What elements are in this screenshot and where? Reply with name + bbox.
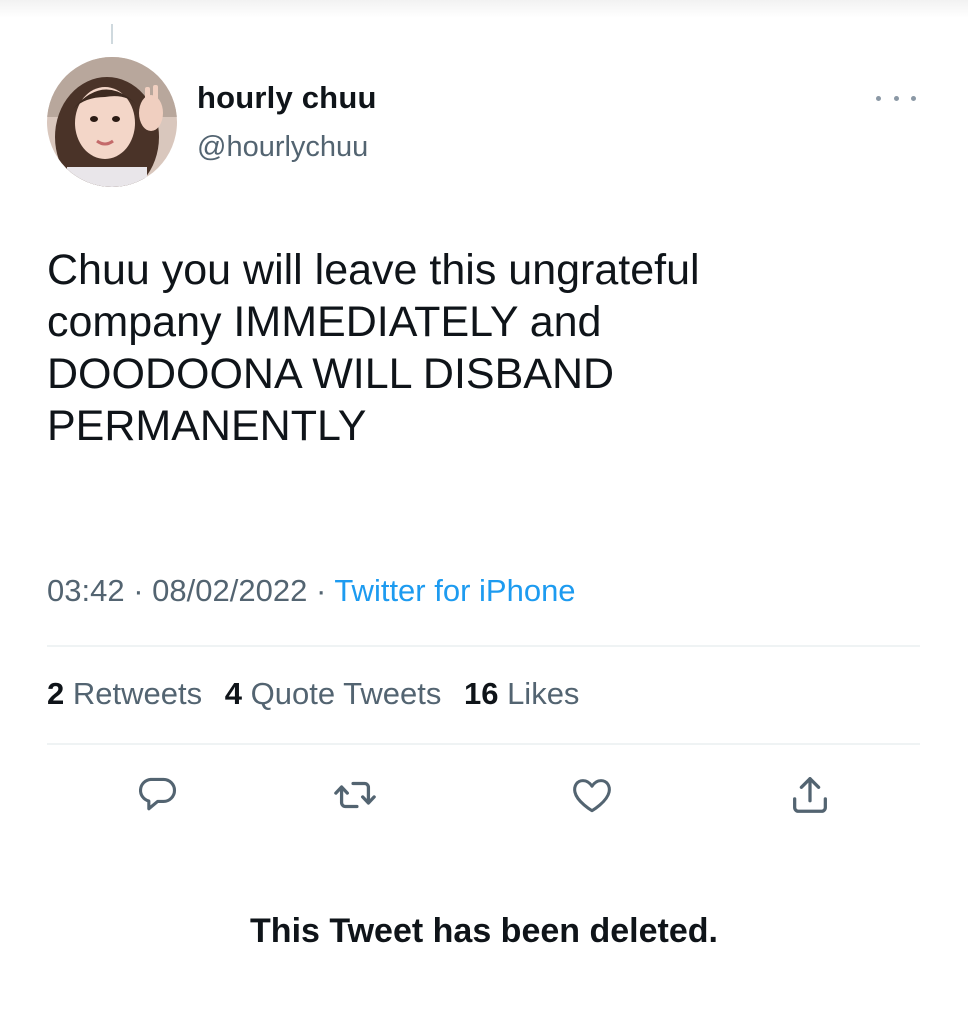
tweet-time[interactable]: 03:42	[47, 573, 125, 608]
like-button[interactable]	[567, 770, 617, 820]
share-button[interactable]	[785, 770, 835, 820]
meta-separator: ·	[133, 573, 144, 608]
tweet-text-line: PERMANENTLY	[47, 402, 367, 450]
more-dot	[893, 95, 899, 101]
tweet-text-line: company IMMEDIATELY and	[47, 298, 602, 346]
reply-icon	[139, 777, 176, 811]
thread-connector-line	[111, 24, 113, 44]
divider	[47, 645, 920, 647]
tweet-text-line: Chuu you will leave this ungrateful	[47, 246, 700, 294]
top-edge-strip	[0, 0, 968, 18]
more-dot	[911, 95, 916, 101]
engagement-stats: 2 Retweets 4 Quote Tweets 16 Likes	[47, 676, 593, 712]
tweet-source-link[interactable]: Twitter for iPhone	[334, 573, 575, 608]
share-icon	[793, 777, 827, 813]
retweet-button[interactable]	[330, 770, 380, 820]
tweet-date[interactable]: 08/02/2022	[152, 573, 307, 608]
avatar-photo	[47, 57, 177, 187]
quotes-label: Quote Tweets	[250, 676, 442, 711]
retweets-stat[interactable]: 2 Retweets	[47, 676, 202, 711]
user-handle[interactable]: @hourlychuu	[197, 131, 368, 164]
tweet-text: Chuu you will leave this ungrateful comp…	[47, 244, 927, 452]
likes-label: Likes	[507, 676, 580, 711]
quote-tweets-stat[interactable]: 4 Quote Tweets	[225, 676, 442, 711]
reply-button[interactable]	[133, 770, 183, 820]
more-options-icon[interactable]	[876, 88, 916, 108]
divider	[47, 743, 920, 745]
avatar[interactable]	[47, 57, 177, 187]
quotes-count: 4	[224, 676, 242, 711]
retweets-count: 2	[47, 676, 65, 711]
deleted-notice: This Tweet has been deleted.	[250, 912, 718, 950]
like-icon	[573, 779, 611, 813]
meta-separator: ·	[315, 573, 327, 608]
retweet-icon	[334, 781, 376, 809]
likes-stat[interactable]: 16 Likes	[464, 676, 579, 711]
more-dot	[876, 95, 881, 101]
retweets-label: Retweets	[72, 676, 203, 711]
likes-count: 16	[463, 676, 499, 711]
tweet-metadata: 03:42 · 08/02/2022 · Twitter for iPhone	[47, 573, 576, 609]
display-name[interactable]: hourly chuu	[197, 80, 377, 116]
tweet-text-line: DOODOONA WILL DISBAND	[47, 350, 615, 398]
